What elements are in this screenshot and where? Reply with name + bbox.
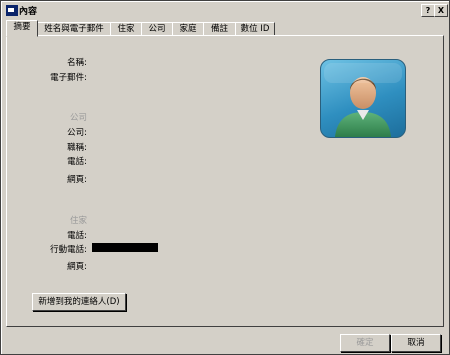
window-title: 內容 <box>19 7 38 17</box>
add-to-contacts-button[interactable]: 新增到我的連絡人(D) <box>32 293 126 311</box>
properties-dialog: 內容 ? X 摘要 姓名與電子郵件 住家 公司 家庭 備註 數位 ID 名稱: … <box>0 0 450 355</box>
email-label: 電子郵件: <box>50 73 87 83</box>
home-phone-label: 電話: <box>67 231 87 241</box>
home-section-heading: 住家 <box>69 216 87 226</box>
title-bar: 內容 ? X <box>3 3 448 17</box>
window-icon <box>6 5 18 16</box>
company-label: 公司: <box>67 128 87 138</box>
close-button[interactable]: X <box>434 4 448 17</box>
company-phone-label: 電話: <box>67 157 87 167</box>
summary-panel: 名稱: 電子郵件: 公司 公司: 職稱: 電話: 網頁: 住家 電話: 行動電話… <box>6 35 444 327</box>
name-label: 名稱: <box>67 58 87 68</box>
contact-avatar-icon <box>320 59 406 138</box>
help-button[interactable]: ? <box>421 4 435 17</box>
ok-button[interactable]: 確定 <box>340 334 390 352</box>
company-web-label: 網頁: <box>67 175 87 185</box>
tab-summary[interactable]: 摘要 <box>6 20 38 37</box>
company-section-heading: 公司 <box>69 113 87 123</box>
mobile-phone-value <box>92 243 158 252</box>
job-title-label: 職稱: <box>67 143 87 153</box>
mobile-phone-label: 行動電話: <box>50 245 87 255</box>
cancel-button[interactable]: 取消 <box>391 334 441 352</box>
home-web-label: 網頁: <box>67 262 87 272</box>
